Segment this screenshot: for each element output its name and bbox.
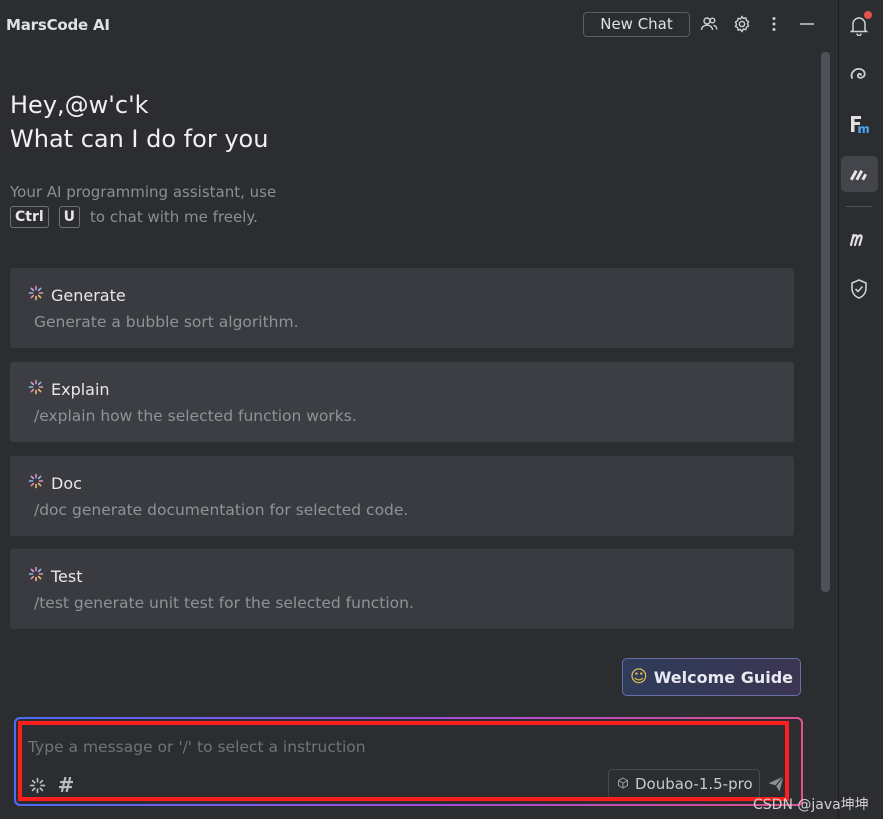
welcome-guide-button[interactable]: ☺ Welcome Guide bbox=[622, 658, 801, 696]
m-plugin-icon[interactable] bbox=[846, 225, 872, 251]
u-key: U bbox=[58, 206, 81, 228]
minimize-icon[interactable] bbox=[796, 13, 818, 35]
more-vertical-icon[interactable] bbox=[763, 13, 785, 35]
card-description: /explain how the selected function works… bbox=[34, 407, 357, 425]
model-name: Doubao-1.5-pro bbox=[635, 775, 753, 793]
sparkle-icon bbox=[28, 285, 44, 305]
card-title: Doc bbox=[51, 473, 82, 493]
hugging-face-icon: ☺ bbox=[629, 667, 648, 687]
scrollbar[interactable] bbox=[821, 52, 830, 592]
card-description: /test generate unit test for the selecte… bbox=[34, 594, 414, 612]
suggestion-card-generate[interactable]: Generate Generate a bubble sort algorith… bbox=[10, 268, 794, 348]
card-description: /doc generate documentation for selected… bbox=[34, 501, 409, 519]
card-title: Generate bbox=[51, 285, 126, 305]
users-icon[interactable] bbox=[698, 13, 720, 35]
card-title: Test bbox=[51, 566, 83, 586]
send-icon[interactable] bbox=[765, 773, 787, 795]
sparkle-icon bbox=[28, 379, 44, 399]
chat-panel: MarsCode AI New Chat Hey,@w'c'k What can… bbox=[0, 0, 838, 819]
suggestion-card-doc[interactable]: Doc /doc generate documentation for sele… bbox=[10, 456, 794, 536]
sparkle-icon bbox=[28, 566, 44, 586]
notification-badge bbox=[864, 11, 872, 19]
rail-separator bbox=[846, 206, 872, 207]
intro-text: Your AI programming assistant, use bbox=[10, 183, 277, 201]
marscode-icon[interactable] bbox=[846, 161, 872, 187]
sparkle-icon[interactable] bbox=[26, 774, 48, 796]
swirl-plugin-icon[interactable] bbox=[846, 61, 872, 87]
message-input[interactable] bbox=[28, 737, 768, 757]
ctrl-key: Ctrl bbox=[10, 206, 49, 228]
card-title: Explain bbox=[51, 379, 110, 399]
welcome-guide-label: Welcome Guide bbox=[653, 667, 794, 687]
suggestion-card-test[interactable]: Test /test generate unit test for the se… bbox=[10, 549, 794, 629]
cube-icon bbox=[617, 775, 629, 793]
sparkle-icon bbox=[28, 473, 44, 493]
hash-context-icon[interactable]: # bbox=[55, 773, 77, 797]
app-title: MarsCode AI bbox=[6, 16, 110, 34]
shortcut-hint: Ctrl U to chat with me freely. bbox=[10, 206, 258, 228]
model-selector[interactable]: Doubao-1.5-pro bbox=[608, 769, 760, 799]
suggestion-card-explain[interactable]: Explain /explain how the selected functi… bbox=[10, 362, 794, 442]
intro-suffix: to chat with me freely. bbox=[90, 208, 258, 226]
shield-check-icon[interactable] bbox=[846, 276, 872, 302]
fm-plugin-icon[interactable] bbox=[846, 112, 872, 138]
card-description: Generate a bubble sort algorithm. bbox=[34, 313, 299, 331]
greeting-question: What can I do for you bbox=[10, 125, 269, 153]
message-composer: # Doubao-1.5-pro bbox=[14, 717, 803, 806]
gear-icon[interactable] bbox=[731, 13, 753, 35]
new-chat-button[interactable]: New Chat bbox=[583, 12, 690, 37]
watermark: CSDN @java坤坤 bbox=[753, 797, 869, 813]
greeting-line: Hey,@w'c'k bbox=[10, 91, 149, 119]
